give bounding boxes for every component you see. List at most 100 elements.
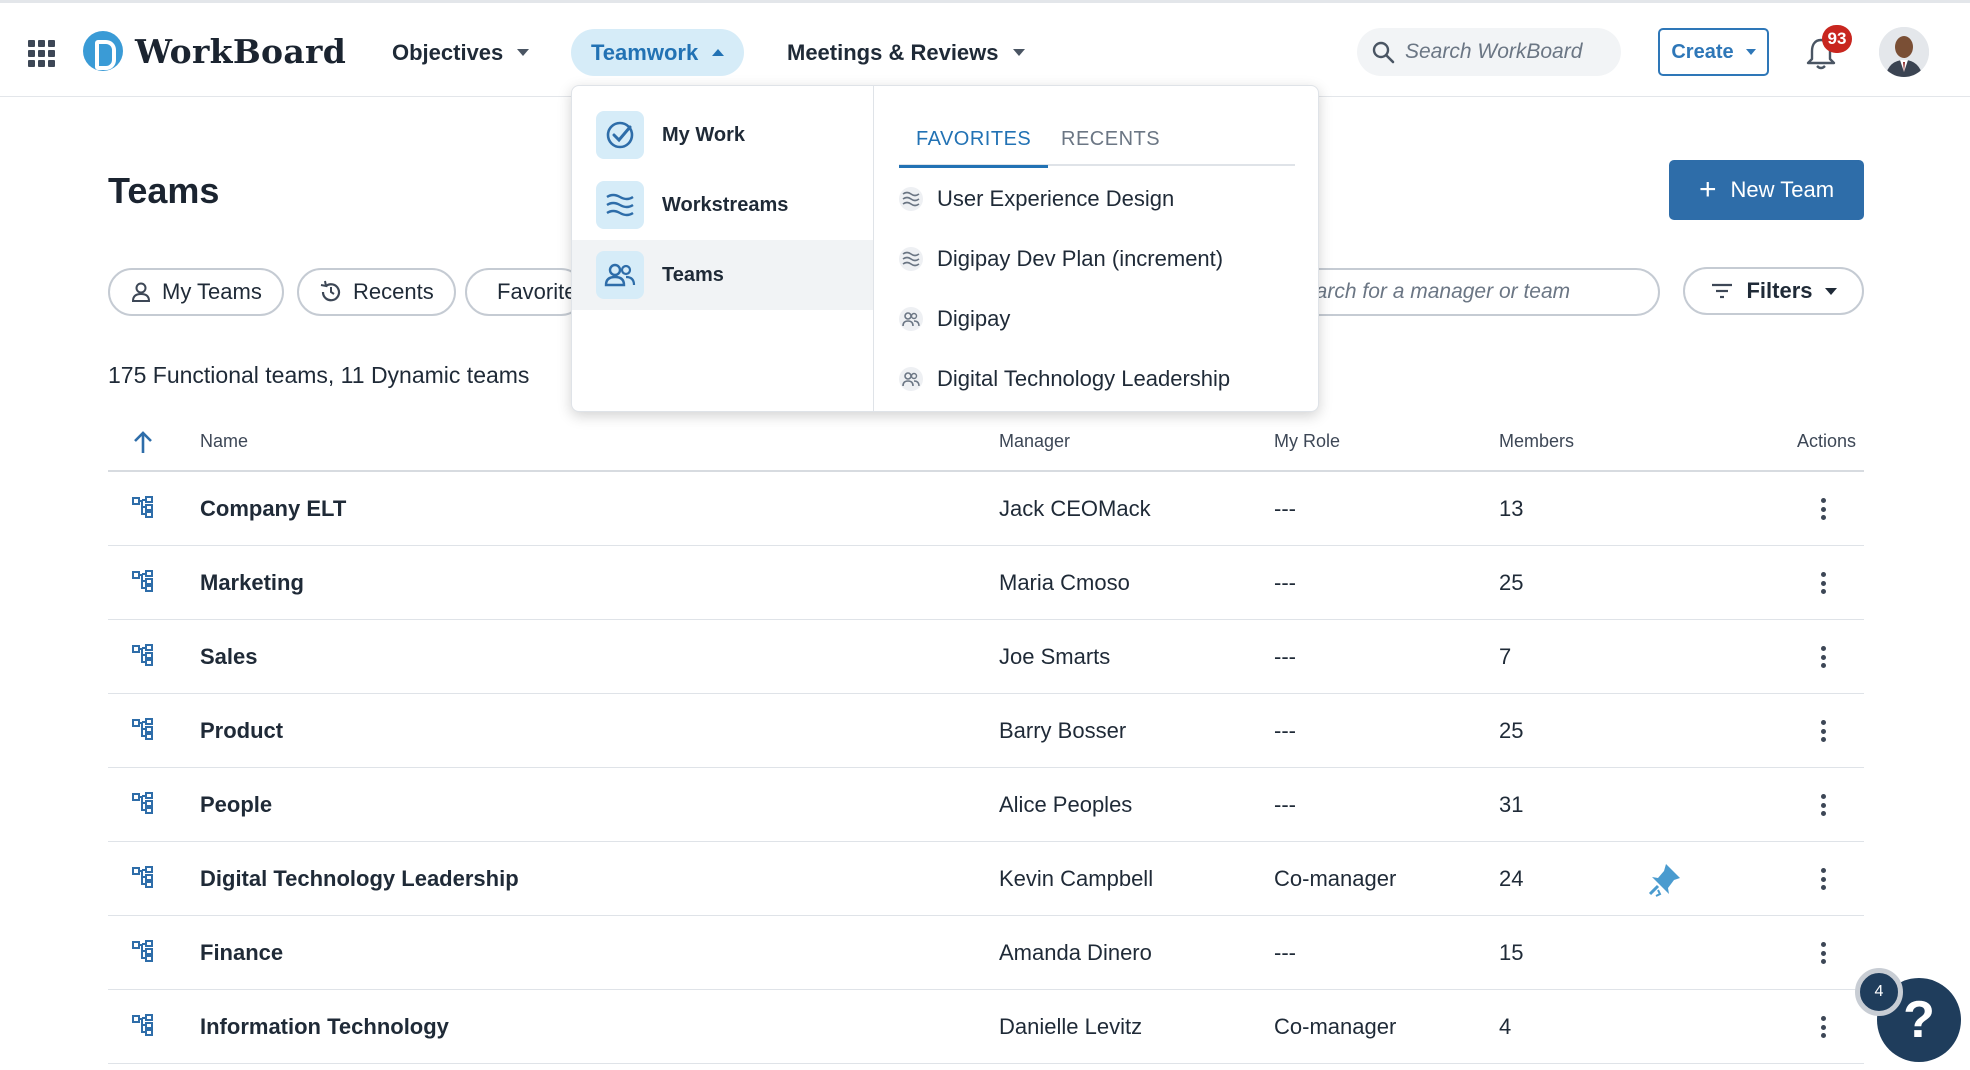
more-actions-icon[interactable] [1813,494,1833,524]
menu-item-my-work[interactable]: My Work [572,100,873,170]
team-hierarchy-icon[interactable] [132,866,154,888]
team-name[interactable]: Company ELT [200,496,346,522]
team-manager: Joe Smarts [999,644,1111,669]
table-row[interactable]: Information Technology Danielle Levitz Co-… [108,990,1864,1064]
table-row[interactable]: Company ELT Jack CEOMack --- 13 [108,472,1864,546]
more-actions-icon[interactable] [1813,790,1833,820]
more-actions-icon[interactable] [1813,716,1833,746]
history-icon [320,280,341,302]
tab-favorites[interactable]: FAVORITES [899,128,1049,168]
team-name[interactable]: Information Technology [200,1014,449,1040]
team-name[interactable]: Finance [200,940,283,966]
team-manager: Maria Cmoso [999,570,1130,595]
team-manager: Jack CEOMack [999,496,1151,521]
team-name[interactable]: Marketing [200,570,304,596]
team-manager: Danielle Levitz [999,1014,1143,1039]
more-actions-icon[interactable] [1813,642,1833,672]
team-hierarchy-icon[interactable] [132,940,154,962]
global-search[interactable] [1357,28,1621,76]
favorites-chip[interactable]: Favorites [465,268,585,316]
column-header-role[interactable]: My Role [1274,431,1340,452]
nav-teamwork[interactable]: Teamwork [571,29,745,76]
create-button[interactable]: Create [1658,28,1769,76]
my-teams-chip[interactable]: My Teams [108,268,284,316]
team-members-count: 24 [1499,866,1524,891]
chevron-down-icon [517,49,530,56]
favorite-item-label: Digipay [937,306,1011,331]
team-hierarchy-icon[interactable] [132,792,154,814]
team-role: Co-manager [1274,866,1397,891]
menu-item-teams[interactable]: Teams [572,240,873,310]
menu-item-workstreams[interactable]: Workstreams [572,170,873,240]
chevron-down-icon [1012,49,1025,56]
team-hierarchy-icon[interactable] [132,496,154,518]
team-hierarchy-icon[interactable] [132,718,154,740]
page-title: Teams [108,170,220,211]
pin-icon[interactable] [1646,860,1684,900]
column-header-name[interactable]: Name [200,431,248,452]
table-row[interactable]: Sales Joe Smarts --- 7 [108,620,1864,694]
team-role: --- [1274,644,1296,669]
team-hierarchy-icon[interactable] [132,644,154,666]
nav-meetings-reviews[interactable]: Meetings & Reviews [767,29,1045,76]
my-teams-label: My Teams [162,279,262,304]
favorite-item[interactable]: User Experience Design [899,179,1174,219]
create-button-label: Create [1671,40,1734,63]
recents-label: Recents [353,279,434,304]
table-row[interactable]: People Alice Peoples --- 31 [108,768,1864,842]
chevron-down-icon [1824,287,1837,295]
team-name[interactable]: Digital Technology Leadership [200,866,519,892]
filters-label: Filters [1746,278,1813,303]
team-search[interactable] [1270,268,1660,316]
team-count-summary: 175 Functional teams, 11 Dynamic teams [108,362,530,388]
more-actions-icon[interactable] [1813,568,1833,598]
favorite-item[interactable]: Digipay Dev Plan (increment) [899,239,1223,279]
team-hierarchy-icon[interactable] [132,1014,154,1036]
more-actions-icon[interactable] [1813,938,1833,968]
favorite-item[interactable]: Digital Technology Leadership [899,359,1230,399]
team-role: --- [1274,496,1296,521]
table-row[interactable]: Marketing Maria Cmoso --- 25 [108,546,1864,620]
team-role: --- [1274,940,1296,965]
new-team-button[interactable]: + New Team [1669,160,1864,220]
global-search-input[interactable] [1405,40,1605,64]
team-name[interactable]: Sales [200,644,258,670]
more-actions-icon[interactable] [1813,1012,1833,1042]
nav-objectives[interactable]: Objectives [372,29,549,76]
column-header-manager[interactable]: Manager [999,431,1070,452]
nav-objectives-label: Objectives [392,39,504,65]
team-members-count: 25 [1499,570,1524,595]
table-row[interactable]: Digital Technology Leadership Kevin Campb… [108,842,1864,916]
tab-recents[interactable]: RECENTS [1061,128,1160,165]
menu-item-label: Workstreams [662,193,789,216]
table-row[interactable]: Product Barry Bosser --- 25 [108,694,1864,768]
filters-button[interactable]: Filters [1683,267,1864,315]
team-members-count: 25 [1499,718,1524,743]
logo[interactable]: WorkBoard [83,31,346,71]
avatar-image [1879,27,1929,77]
favorite-item-label: Digital Technology Leadership [937,366,1231,391]
team-name[interactable]: People [200,792,272,818]
user-avatar[interactable] [1879,27,1929,77]
top-bar: WorkBoard Objectives Teamwork Meetings &… [0,0,1970,97]
table-row[interactable]: Finance Amanda Dinero --- 15 [108,916,1864,990]
favorite-item-label: Digipay Dev Plan (increment) [937,246,1224,271]
team-members-count: 4 [1499,1014,1512,1039]
column-header-members[interactable]: Members [1499,431,1574,452]
team-hierarchy-icon[interactable] [132,570,154,592]
team-members-count: 31 [1499,792,1524,817]
team-search-input[interactable] [1290,280,1650,304]
plus-icon: + [1698,173,1717,206]
app-launcher-icon[interactable] [28,40,55,67]
team-role: --- [1274,718,1296,743]
team-manager: Amanda Dinero [999,940,1152,965]
favorite-item[interactable]: Digipay [899,299,1010,339]
sort-arrow-up-icon[interactable] [132,429,154,460]
menu-item-label: My Work [662,123,745,146]
more-actions-icon[interactable] [1813,864,1833,894]
teamwork-menu-nav: My Work Workstreams Teams [572,86,874,411]
recents-chip[interactable]: Recents [297,268,456,316]
nav-teamwork-label: Teamwork [591,39,699,65]
team-role: --- [1274,570,1296,595]
team-name[interactable]: Product [200,718,283,744]
